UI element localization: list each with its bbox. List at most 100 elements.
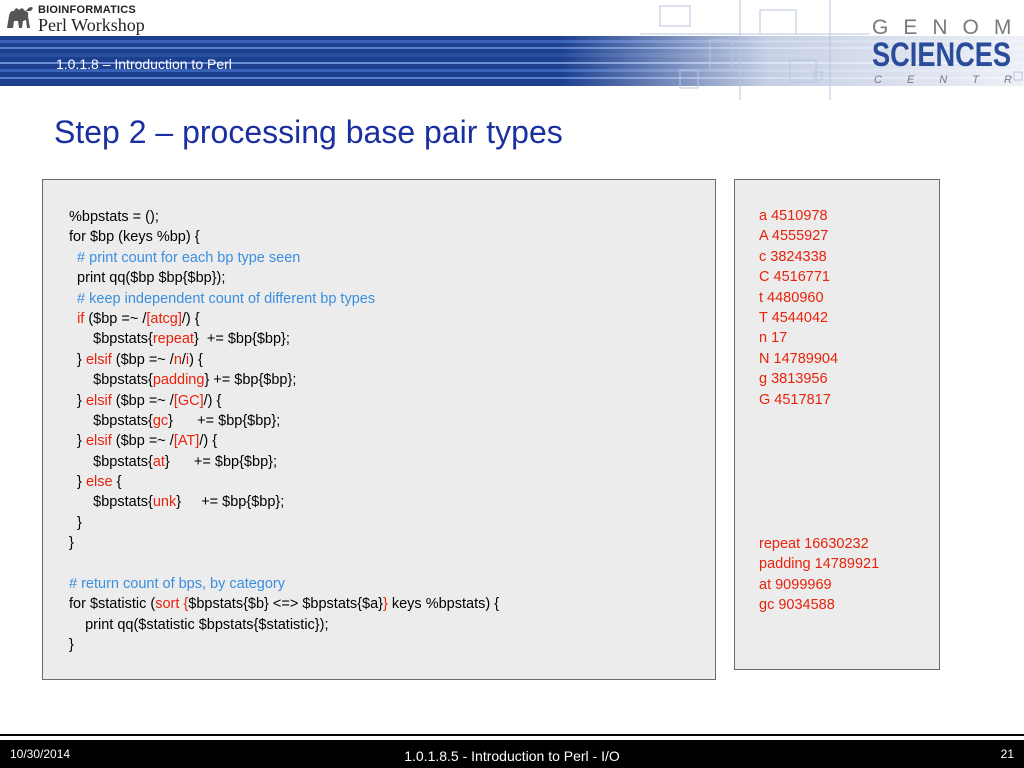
code-line: $bpstats{gc} += $bp{$bp}; — [69, 411, 499, 431]
code-text: $bpstats{ — [69, 372, 153, 389]
code-text: /) { — [181, 310, 200, 327]
code-keyword: elsif — [85, 351, 112, 368]
count-line: t 4480960 — [759, 289, 824, 306]
code-text: } += $bp{$bp}; — [204, 372, 297, 389]
category-line: at 9099969 — [759, 576, 832, 593]
code-line: } — [69, 533, 499, 553]
slide-header: BIOINFORMATICS Perl Workshop 1.0.1.8 – I… — [0, 0, 1024, 100]
code-line: # print count for each bp type seen — [69, 248, 499, 268]
code-keyword: unk — [152, 494, 177, 511]
code-line: $bpstats{at} += $bp{$bp}; — [69, 452, 499, 472]
code-text: } += $bp{$bp}; — [176, 494, 285, 511]
code-line: # return count of bps, by category — [69, 574, 499, 594]
code-keyword: [GC] — [173, 392, 204, 409]
footer-rule — [0, 734, 1024, 736]
code-comment: # return count of bps, by category — [69, 576, 286, 593]
code-line: %bpstats = (); — [69, 207, 499, 227]
code-keyword: sort { — [155, 596, 189, 613]
code-line: print qq($statistic $bpstats{$statistic}… — [69, 615, 499, 635]
logo-text-perl-workshop: Perl Workshop — [38, 15, 145, 35]
code-text: { — [112, 474, 122, 491]
section-title: 1.0.1.8 – Introduction to Perl — [56, 56, 232, 72]
code-keyword: at — [152, 453, 165, 470]
code-keyword: [AT] — [173, 433, 200, 450]
code-text: for $statistic ( — [69, 596, 156, 613]
code-text: print qq($statistic $bpstats{$statistic}… — [69, 616, 329, 633]
code-text: } += $bp{$bp}; — [168, 412, 281, 429]
code-text: } — [69, 474, 86, 491]
code-text: } — [69, 351, 86, 368]
code-line: } else { — [69, 472, 499, 492]
code-keyword: elsif — [85, 433, 112, 450]
category-line: gc 9034588 — [759, 597, 835, 614]
code-text: %bpstats = (); — [69, 209, 159, 225]
code-text: } — [69, 637, 74, 654]
code-text: ($bp =~ / — [111, 433, 174, 450]
code-keyword: [atcg] — [146, 310, 182, 327]
code-line: $bpstats{unk} += $bp{$bp}; — [69, 492, 499, 512]
code-text: /) { — [199, 433, 218, 450]
code-text: print qq($bp $bp{$bp}); — [69, 270, 226, 287]
code-listing: %bpstats = (); for $bp (keys %bp) { # pri… — [69, 207, 499, 656]
code-text: $bpstats{ — [69, 412, 153, 429]
code-line: } elsif ($bp =~ /[GC]/) { — [69, 391, 499, 411]
code-text: ($bp =~ / — [111, 351, 174, 368]
code-line: } elsif ($bp =~ /[AT]/) { — [69, 431, 499, 451]
camel-icon — [7, 7, 33, 29]
code-line: print qq($bp $bp{$bp}); — [69, 268, 499, 288]
genome-sciences-centre-logo: GENOME SCIENCES CENTRE — [872, 16, 1024, 86]
count-line: n 17 — [759, 330, 788, 347]
footer-title: 1.0.1.8.5 - Introduction to Perl - I/O — [404, 748, 620, 764]
count-line: N 14789904 — [759, 350, 839, 367]
code-keyword: n — [173, 351, 182, 368]
code-keyword: repeat — [152, 331, 194, 348]
code-line: $bpstats{padding} += $bp{$bp}; — [69, 370, 499, 390]
code-text: $bpstats{ — [69, 453, 153, 470]
category-line: padding 14789921 — [759, 556, 880, 573]
count-line: g 3813956 — [759, 371, 828, 388]
code-text: ) { — [189, 351, 203, 368]
category-line: repeat 16630232 — [759, 536, 869, 552]
count-line: C 4516771 — [759, 269, 830, 286]
code-line: } — [69, 635, 499, 655]
code-text: } — [69, 535, 74, 552]
code-text: keys %bpstats) { — [387, 596, 500, 613]
code-keyword: padding — [152, 372, 205, 389]
code-line: $bpstats{repeat} += $bp{$bp}; — [69, 329, 499, 349]
code-panel: %bpstats = (); for $bp (keys %bp) { # pri… — [42, 179, 716, 680]
base-pair-counts: a 4510978 A 4555927 c 3824338 C 4516771 t 44… — [759, 206, 838, 410]
slide-footer: 10/30/2014 1.0.1.8.5 - Introduction to P… — [0, 740, 1024, 768]
page-number: 21 — [1000, 747, 1014, 761]
code-keyword: gc — [152, 412, 169, 429]
output-panel: a 4510978 A 4555927 c 3824338 C 4516771 t 44… — [734, 179, 940, 670]
code-text: $bpstats{ — [69, 494, 153, 511]
code-text: $bpstats{$b} <=> $bpstats{$a} — [188, 596, 383, 613]
code-comment: # print count for each bp type seen — [69, 249, 301, 266]
count-line: c 3824338 — [759, 248, 827, 265]
code-line: if ($bp =~ /[atcg]/) { — [69, 309, 499, 329]
count-line: T 4544042 — [759, 309, 829, 326]
code-line: for $bp (keys %bp) { — [69, 227, 499, 247]
code-text: } += $bp{$bp}; — [193, 331, 290, 348]
code-text: } += $bp{$bp}; — [164, 453, 277, 470]
code-keyword: elsif — [85, 392, 112, 409]
slide-title: Step 2 – processing base pair types — [54, 114, 563, 150]
code-text: /) { — [203, 392, 222, 409]
gsc-logo-line3: CENTRE — [874, 74, 1024, 86]
code-text: ($bp =~ / — [84, 310, 147, 327]
gsc-logo-line2: SCIENCES — [872, 36, 1012, 74]
code-text: $bpstats{ — [69, 331, 153, 348]
code-text: ($bp =~ / — [111, 392, 174, 409]
count-line: A 4555927 — [759, 228, 829, 245]
code-text: for $bp (keys %bp) { — [69, 229, 200, 246]
category-counts: repeat 16630232 padding 14789921 at 909996… — [759, 534, 879, 616]
code-comment: # keep independent count of different bp… — [69, 290, 376, 307]
code-line: } elsif ($bp =~ /n/i) { — [69, 350, 499, 370]
code-line: } — [69, 513, 499, 533]
count-line: a 4510978 — [759, 208, 828, 224]
count-line: G 4517817 — [759, 391, 831, 408]
code-line: # keep independent count of different bp… — [69, 289, 499, 309]
code-text: } — [69, 433, 86, 450]
